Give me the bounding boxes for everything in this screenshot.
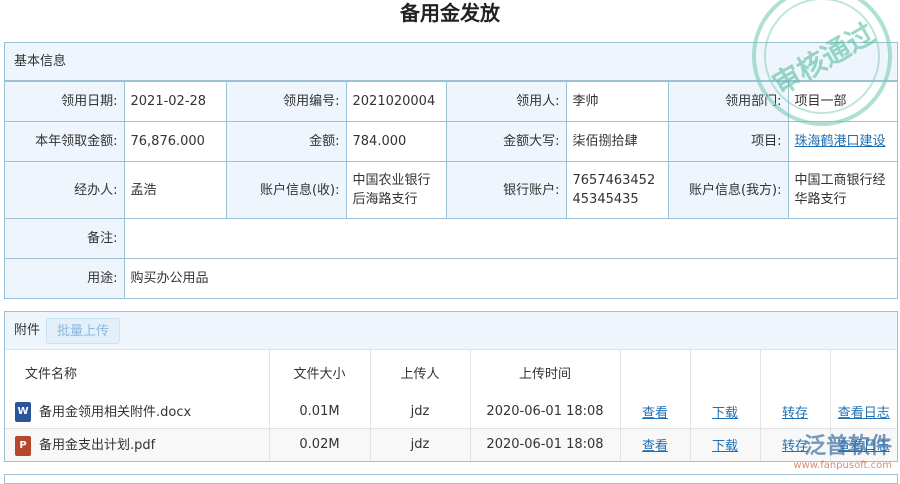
attachments-panel: 附件 批量上传 文件名称 文件大小 上传人 上传时间 W 备用金领用相关附件.doc… [4, 311, 898, 462]
field-label: 领用部门: [667, 81, 789, 122]
field-label: 金额大写: [445, 121, 567, 162]
next-panel [4, 474, 898, 484]
col-upload-time: 上传时间 [470, 350, 621, 395]
field-label: 银行账户: [445, 161, 567, 219]
field-value: 765746345245345435 [565, 161, 669, 219]
download-link[interactable]: 下载 [712, 406, 738, 421]
field-value: 2021-02-28 [123, 81, 227, 122]
file-name: 备用金支出计划.pdf [39, 438, 156, 453]
field-value: 中国农业银行后海路支行 [345, 161, 447, 219]
batch-upload-button[interactable]: 批量上传 [46, 317, 121, 344]
field-value: 项目一部 [787, 81, 897, 122]
field-value: 2021020004 [345, 81, 447, 122]
word-icon: W [15, 402, 31, 422]
field-label: 领用编号: [225, 81, 347, 122]
basic-info-panel: 基本信息 领用日期: 2021-02-28 领用编号: 2021020004 领用人… [4, 42, 898, 299]
field-label: 项目: [667, 121, 789, 162]
purpose-value: 购买办公用品 [123, 258, 897, 298]
field-value: 76,876.000 [123, 121, 227, 162]
field-value: 柒佰捌拾肆 [565, 121, 669, 162]
file-size: 0.01M [269, 395, 371, 429]
table-row: P 备用金支出计划.pdf 0.02M jdz 2020-06-01 18:08 … [5, 428, 897, 461]
col-file-name: 文件名称 [5, 350, 270, 395]
table-row: W 备用金领用相关附件.docx 0.01M jdz 2020-06-01 18:… [5, 395, 897, 429]
pdf-icon: P [15, 435, 31, 456]
col-file-size: 文件大小 [269, 350, 371, 395]
field-label: 经办人: [5, 161, 125, 219]
download-link[interactable]: 下载 [712, 439, 738, 454]
purpose-label: 用途: [5, 258, 125, 298]
upload-time: 2020-06-01 18:08 [470, 428, 621, 461]
field-value: 中国工商银行经华路支行 [787, 161, 897, 219]
view-log-link[interactable]: 查看日志 [838, 439, 890, 454]
field-value: 孟浩 [123, 161, 227, 219]
field-label: 本年领取金额: [5, 121, 125, 162]
remark-label: 备注: [5, 218, 125, 259]
col-uploader: 上传人 [370, 350, 471, 395]
field-label: 账户信息(我方): [667, 161, 789, 219]
view-link[interactable]: 查看 [642, 439, 668, 454]
page-title: 备用金发放 [400, 1, 500, 25]
attachments-header: 附件 [14, 323, 41, 338]
field-value: 784.000 [345, 121, 447, 162]
field-label: 金额: [225, 121, 347, 162]
save-link[interactable]: 转存 [782, 439, 808, 454]
upload-time: 2020-06-01 18:08 [470, 395, 621, 429]
save-link[interactable]: 转存 [782, 406, 808, 421]
view-log-link[interactable]: 查看日志 [838, 406, 890, 421]
file-name: 备用金领用相关附件.docx [39, 404, 192, 420]
view-link[interactable]: 查看 [642, 406, 668, 421]
basic-info-header: 基本信息 [5, 43, 897, 81]
project-link[interactable]: 珠海鹤港口建设 [795, 134, 886, 149]
field-label: 领用人: [445, 81, 567, 122]
remark-value [123, 218, 897, 259]
field-label: 账户信息(收): [225, 161, 347, 219]
file-size: 0.02M [269, 428, 371, 461]
uploader: jdz [370, 428, 471, 461]
field-value: 李帅 [565, 81, 669, 122]
uploader: jdz [370, 395, 471, 429]
field-label: 领用日期: [5, 81, 125, 122]
